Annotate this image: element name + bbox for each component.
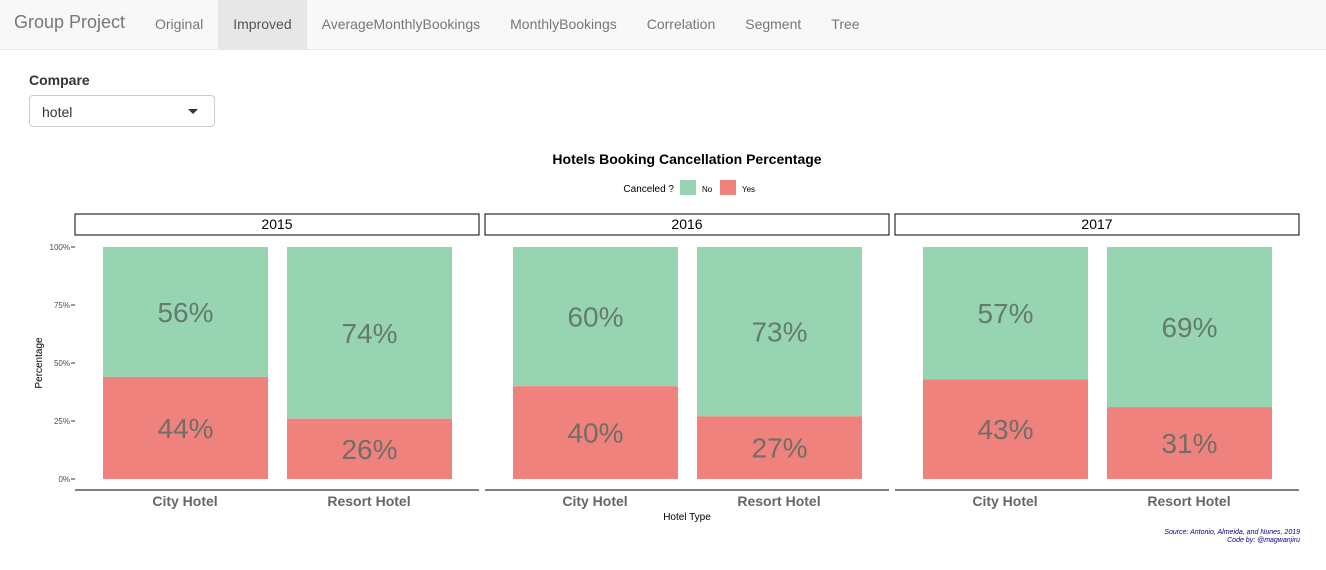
x-tick-label: Resort Hotel bbox=[737, 493, 820, 509]
tab-tree[interactable]: Tree bbox=[816, 0, 874, 49]
facet-strip-label: 2015 bbox=[261, 216, 292, 232]
y-tick-label: 0% bbox=[58, 475, 70, 484]
tab-average-monthly-bookings[interactable]: AverageMonthlyBookings bbox=[307, 0, 496, 49]
legend-label-no: No bbox=[702, 185, 713, 194]
bar-label-yes: 43% bbox=[977, 414, 1033, 445]
legend-swatch-no bbox=[680, 180, 696, 195]
bar-label-yes: 40% bbox=[567, 418, 623, 449]
bar-label-no: 73% bbox=[751, 317, 807, 348]
caption-code: Code by: @magwanjiru bbox=[1227, 537, 1300, 544]
nav-tabs: Original Improved AverageMonthlyBookings… bbox=[140, 0, 875, 49]
navbar: Group Project Original Improved AverageM… bbox=[0, 0, 1326, 50]
brand-title[interactable]: Group Project bbox=[14, 12, 125, 33]
legend-swatch-yes bbox=[720, 180, 736, 195]
cancellation-chart: Hotels Booking Cancellation Percentage C… bbox=[34, 151, 1300, 544]
tab-original[interactable]: Original bbox=[140, 0, 218, 49]
compare-select[interactable]: hotel bbox=[29, 95, 215, 127]
bar-label-yes: 44% bbox=[157, 413, 213, 444]
bar-label-no: 60% bbox=[567, 302, 623, 333]
x-axis-label: Hotel Type bbox=[663, 512, 711, 523]
bar-label-no: 57% bbox=[977, 298, 1033, 329]
bar-label-no: 74% bbox=[341, 318, 397, 349]
facet-strip-label: 2016 bbox=[671, 216, 702, 232]
bar-label-yes: 27% bbox=[751, 433, 807, 464]
x-tick-labels: City Hotel Resort Hotel City Hotel Resor… bbox=[152, 493, 1230, 509]
facet-strips: 2015 2016 2017 bbox=[74, 213, 1300, 236]
x-tick-label: City Hotel bbox=[972, 493, 1037, 509]
bars bbox=[103, 247, 1272, 479]
x-tick-label: Resort Hotel bbox=[327, 493, 410, 509]
caption-source: Source: Antonio, Almeida, and Nunes, 201… bbox=[1164, 529, 1300, 536]
tab-correlation[interactable]: Correlation bbox=[632, 0, 730, 49]
x-tick-label: City Hotel bbox=[562, 493, 627, 509]
x-tick-label: Resort Hotel bbox=[1147, 493, 1230, 509]
tab-segment[interactable]: Segment bbox=[730, 0, 816, 49]
legend-title: Canceled ? bbox=[623, 184, 674, 195]
facet-strip-label: 2017 bbox=[1081, 216, 1112, 232]
caret-down-icon bbox=[188, 109, 198, 114]
y-axis: 0% 25% 50% 75% 100% bbox=[50, 243, 70, 484]
compare-select-value: hotel bbox=[42, 104, 73, 120]
x-tick-label: City Hotel bbox=[152, 493, 217, 509]
y-tick-marks bbox=[71, 246, 75, 480]
bar-label-no: 69% bbox=[1161, 312, 1217, 343]
bar-label-yes: 26% bbox=[341, 434, 397, 465]
compare-label: Compare bbox=[29, 72, 90, 88]
tab-monthly-bookings[interactable]: MonthlyBookings bbox=[495, 0, 632, 49]
y-tick-label: 25% bbox=[54, 417, 70, 426]
chart-title: Hotels Booking Cancellation Percentage bbox=[552, 151, 821, 167]
legend-label-yes: Yes bbox=[742, 185, 755, 194]
bar-label-yes: 31% bbox=[1161, 428, 1217, 459]
tab-improved[interactable]: Improved bbox=[218, 0, 307, 49]
y-tick-label: 75% bbox=[54, 301, 70, 310]
y-axis-label: Percentage bbox=[34, 337, 45, 389]
y-tick-label: 100% bbox=[50, 243, 70, 252]
bar-label-no: 56% bbox=[157, 297, 213, 328]
y-tick-label: 50% bbox=[54, 359, 70, 368]
